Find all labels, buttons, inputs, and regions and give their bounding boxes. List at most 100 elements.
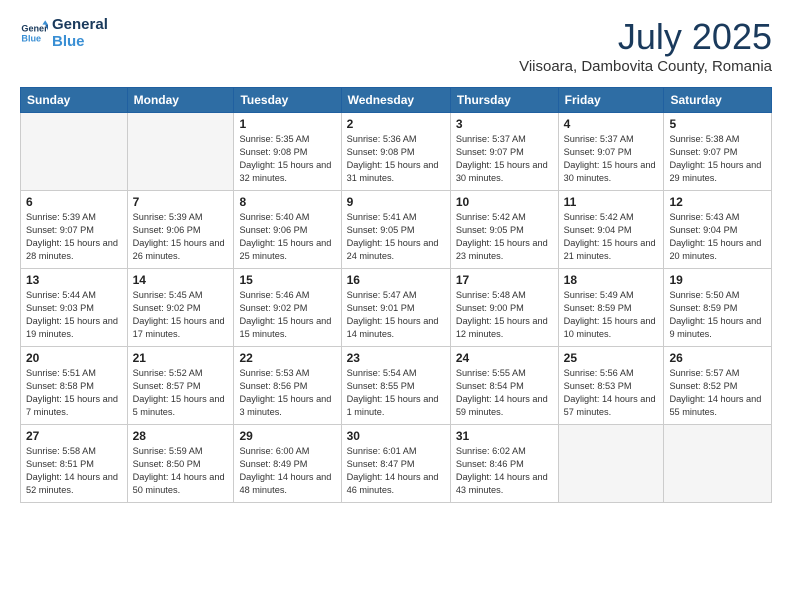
calendar-cell: 18 Sunrise: 5:49 AM Sunset: 8:59 PM Dayli… <box>558 269 664 347</box>
calendar-cell: 8 Sunrise: 5:40 AM Sunset: 9:06 PM Daylig… <box>234 191 341 269</box>
header: General Blue General Blue July 2025 Viis… <box>20 16 772 75</box>
calendar-cell: 12 Sunrise: 5:43 AM Sunset: 9:04 PM Dayli… <box>664 191 772 269</box>
cell-info: Sunrise: 5:49 AM Sunset: 8:59 PM Dayligh… <box>564 289 659 341</box>
week-row: 13 Sunrise: 5:44 AM Sunset: 9:03 PM Dayli… <box>21 269 772 347</box>
cell-info: Sunrise: 5:41 AM Sunset: 9:05 PM Dayligh… <box>347 211 445 263</box>
week-row: 20 Sunrise: 5:51 AM Sunset: 8:58 PM Dayli… <box>21 347 772 425</box>
calendar-cell: 15 Sunrise: 5:46 AM Sunset: 9:02 PM Dayli… <box>234 269 341 347</box>
day-number: 17 <box>456 273 553 287</box>
calendar-cell: 13 Sunrise: 5:44 AM Sunset: 9:03 PM Dayli… <box>21 269 128 347</box>
calendar-cell: 24 Sunrise: 5:55 AM Sunset: 8:54 PM Dayli… <box>450 347 558 425</box>
calendar-cell: 29Sunrise: 6:00 AM Sunset: 8:49 PM Dayli… <box>234 425 341 503</box>
calendar-cell <box>664 425 772 503</box>
calendar-cell: 16 Sunrise: 5:47 AM Sunset: 9:01 PM Dayli… <box>341 269 450 347</box>
cell-info: Sunrise: 5:46 AM Sunset: 9:02 PM Dayligh… <box>239 289 335 341</box>
cell-info: Sunrise: 5:56 AM Sunset: 8:53 PM Dayligh… <box>564 367 659 419</box>
logo: General Blue General Blue <box>20 16 108 51</box>
day-number: 12 <box>669 195 766 209</box>
calendar-cell: 21 Sunrise: 5:52 AM Sunset: 8:57 PM Dayli… <box>127 347 234 425</box>
day-number: 23 <box>347 351 445 365</box>
header-row: SundayMondayTuesdayWednesdayThursdayFrid… <box>21 88 772 113</box>
day-number: 7 <box>133 195 229 209</box>
cell-info: Sunrise: 5:45 AM Sunset: 9:02 PM Dayligh… <box>133 289 229 341</box>
calendar-cell: 26Sunrise: 5:57 AM Sunset: 8:52 PM Dayli… <box>664 347 772 425</box>
calendar-cell: 9Sunrise: 5:41 AM Sunset: 9:05 PM Daylig… <box>341 191 450 269</box>
day-number: 10 <box>456 195 553 209</box>
cell-info: Sunrise: 5:37 AM Sunset: 9:07 PM Dayligh… <box>456 133 553 185</box>
day-number: 20 <box>26 351 122 365</box>
cell-info: Sunrise: 5:42 AM Sunset: 9:05 PM Dayligh… <box>456 211 553 263</box>
cell-info: Sunrise: 5:38 AM Sunset: 9:07 PM Dayligh… <box>669 133 766 185</box>
cell-info: Sunrise: 5:51 AM Sunset: 8:58 PM Dayligh… <box>26 367 122 419</box>
calendar-cell: 1Sunrise: 5:35 AM Sunset: 9:08 PM Daylig… <box>234 113 341 191</box>
day-number: 28 <box>133 429 229 443</box>
day-number: 11 <box>564 195 659 209</box>
calendar-cell: 10 Sunrise: 5:42 AM Sunset: 9:05 PM Dayli… <box>450 191 558 269</box>
day-number: 30 <box>347 429 445 443</box>
cell-info: Sunrise: 5:55 AM Sunset: 8:54 PM Dayligh… <box>456 367 553 419</box>
cell-info: Sunrise: 5:54 AM Sunset: 8:55 PM Dayligh… <box>347 367 445 419</box>
day-number: 15 <box>239 273 335 287</box>
calendar-cell <box>127 113 234 191</box>
day-number: 25 <box>564 351 659 365</box>
calendar-cell: 28 Sunrise: 5:59 AM Sunset: 8:50 PM Dayli… <box>127 425 234 503</box>
day-number: 27 <box>26 429 122 443</box>
calendar-cell: 3 Sunrise: 5:37 AM Sunset: 9:07 PM Daylig… <box>450 113 558 191</box>
day-number: 21 <box>133 351 229 365</box>
cell-info: Sunrise: 5:43 AM Sunset: 9:04 PM Dayligh… <box>669 211 766 263</box>
cell-info: Sunrise: 6:00 AM Sunset: 8:49 PM Dayligh… <box>239 445 335 497</box>
cell-info: Sunrise: 6:01 AM Sunset: 8:47 PM Dayligh… <box>347 445 445 497</box>
logo-line1: General <box>52 16 108 33</box>
calendar-cell: 5Sunrise: 5:38 AM Sunset: 9:07 PM Daylig… <box>664 113 772 191</box>
cell-info: Sunrise: 5:39 AM Sunset: 9:06 PM Dayligh… <box>133 211 229 263</box>
cell-info: Sunrise: 5:48 AM Sunset: 9:00 PM Dayligh… <box>456 289 553 341</box>
day-number: 8 <box>239 195 335 209</box>
day-number: 19 <box>669 273 766 287</box>
weekday-header: Sunday <box>21 88 128 113</box>
calendar-cell: 11 Sunrise: 5:42 AM Sunset: 9:04 PM Dayli… <box>558 191 664 269</box>
cell-info: Sunrise: 5:42 AM Sunset: 9:04 PM Dayligh… <box>564 211 659 263</box>
cell-info: Sunrise: 5:59 AM Sunset: 8:50 PM Dayligh… <box>133 445 229 497</box>
day-number: 3 <box>456 117 553 131</box>
calendar-cell: 31 Sunrise: 6:02 AM Sunset: 8:46 PM Dayli… <box>450 425 558 503</box>
calendar-cell <box>21 113 128 191</box>
logo-line2: Blue <box>52 33 108 50</box>
calendar-cell: 19Sunrise: 5:50 AM Sunset: 8:59 PM Dayli… <box>664 269 772 347</box>
calendar-cell: 4Sunrise: 5:37 AM Sunset: 9:07 PM Daylig… <box>558 113 664 191</box>
calendar-cell: 30 Sunrise: 6:01 AM Sunset: 8:47 PM Dayli… <box>341 425 450 503</box>
week-row: 1Sunrise: 5:35 AM Sunset: 9:08 PM Daylig… <box>21 113 772 191</box>
cell-info: Sunrise: 6:02 AM Sunset: 8:46 PM Dayligh… <box>456 445 553 497</box>
week-row: 6 Sunrise: 5:39 AM Sunset: 9:07 PM Daylig… <box>21 191 772 269</box>
calendar-cell: 17 Sunrise: 5:48 AM Sunset: 9:00 PM Dayli… <box>450 269 558 347</box>
calendar-cell: 27Sunrise: 5:58 AM Sunset: 8:51 PM Dayli… <box>21 425 128 503</box>
cell-info: Sunrise: 5:36 AM Sunset: 9:08 PM Dayligh… <box>347 133 445 185</box>
calendar-cell: 20 Sunrise: 5:51 AM Sunset: 8:58 PM Dayli… <box>21 347 128 425</box>
calendar-cell: 7 Sunrise: 5:39 AM Sunset: 9:06 PM Daylig… <box>127 191 234 269</box>
day-number: 1 <box>239 117 335 131</box>
day-number: 4 <box>564 117 659 131</box>
weekday-header: Friday <box>558 88 664 113</box>
day-number: 24 <box>456 351 553 365</box>
day-number: 18 <box>564 273 659 287</box>
cell-info: Sunrise: 5:44 AM Sunset: 9:03 PM Dayligh… <box>26 289 122 341</box>
week-row: 27Sunrise: 5:58 AM Sunset: 8:51 PM Dayli… <box>21 425 772 503</box>
month-title: July 2025 <box>519 16 772 58</box>
calendar-cell: 2Sunrise: 5:36 AM Sunset: 9:08 PM Daylig… <box>341 113 450 191</box>
day-number: 14 <box>133 273 229 287</box>
cell-info: Sunrise: 5:47 AM Sunset: 9:01 PM Dayligh… <box>347 289 445 341</box>
day-number: 13 <box>26 273 122 287</box>
calendar-cell: 6 Sunrise: 5:39 AM Sunset: 9:07 PM Daylig… <box>21 191 128 269</box>
cell-info: Sunrise: 5:52 AM Sunset: 8:57 PM Dayligh… <box>133 367 229 419</box>
weekday-header: Tuesday <box>234 88 341 113</box>
cell-info: Sunrise: 5:53 AM Sunset: 8:56 PM Dayligh… <box>239 367 335 419</box>
day-number: 26 <box>669 351 766 365</box>
svg-text:Blue: Blue <box>21 34 41 44</box>
title-block: July 2025 Viisoara, Dambovita County, Ro… <box>519 16 772 75</box>
day-number: 6 <box>26 195 122 209</box>
cell-info: Sunrise: 5:39 AM Sunset: 9:07 PM Dayligh… <box>26 211 122 263</box>
cell-info: Sunrise: 5:40 AM Sunset: 9:06 PM Dayligh… <box>239 211 335 263</box>
day-number: 16 <box>347 273 445 287</box>
day-number: 31 <box>456 429 553 443</box>
page: General Blue General Blue July 2025 Viis… <box>0 0 792 612</box>
calendar-table: SundayMondayTuesdayWednesdayThursdayFrid… <box>20 87 772 503</box>
